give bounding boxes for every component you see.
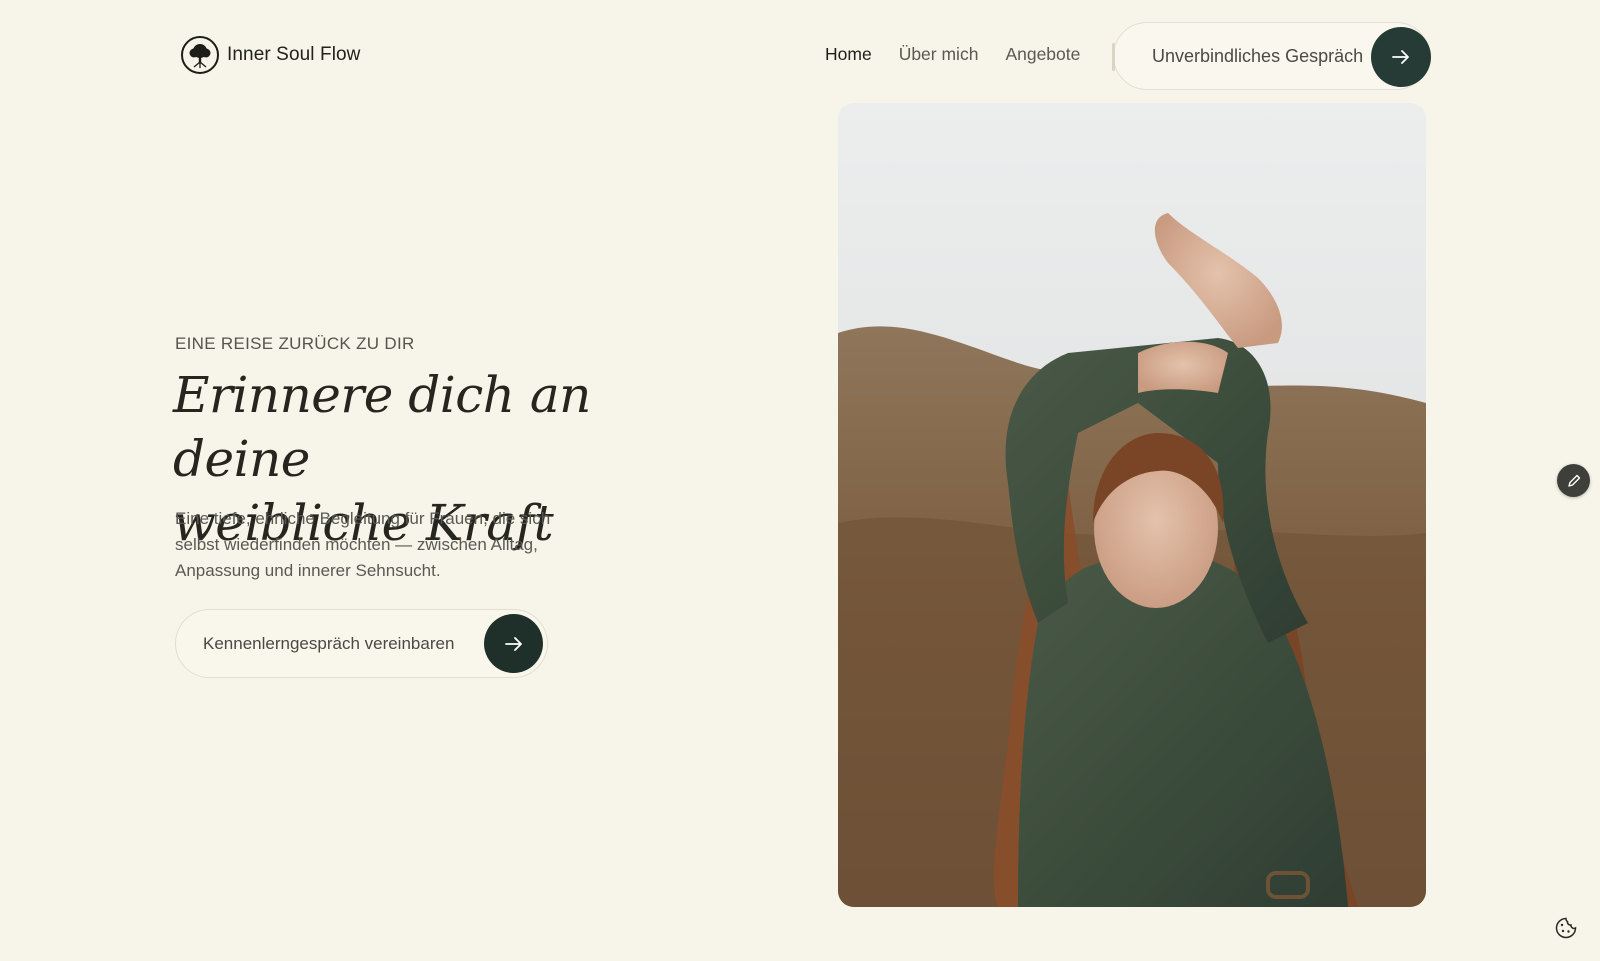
hero-headline-line1: Erinnere dich an deine [173,366,591,488]
hero-portrait-image [838,103,1426,907]
portrait-photo [838,103,1426,907]
brand-name: Inner Soul Flow [227,44,361,65]
cookie-icon[interactable] [1553,915,1579,941]
tree-of-life-icon [181,36,219,74]
header-cta-label: Unverbindliches Gespräch [1152,45,1364,66]
arrow-right-icon[interactable] [484,614,543,673]
hero-subtext: Eine tiefe, ehrliche Begleitung für Frau… [175,509,551,580]
header-cta-button[interactable]: Unverbindliches Gespräch [1112,22,1431,90]
nav-item-ueber-mich[interactable]: Über mich [899,44,979,65]
brand-logo[interactable]: Inner Soul Flow [181,36,361,74]
nav-item-angebote[interactable]: Angebote [1005,44,1080,65]
main-nav: Home Über mich Angebote [825,44,1080,65]
page: Inner Soul Flow Home Über mich Angebote … [0,0,1600,961]
arrow-right-icon[interactable] [1371,27,1431,87]
hero-cta-label: Kennenlerngespräch vereinbaren [203,633,455,653]
hero-cta-button[interactable]: Kennenlerngespräch vereinbaren [175,609,548,678]
nav-item-home[interactable]: Home [825,44,872,65]
pencil-icon[interactable] [1557,464,1590,497]
hero-eyebrow: EINE REISE ZURÜCK ZU DIR [175,334,415,353]
